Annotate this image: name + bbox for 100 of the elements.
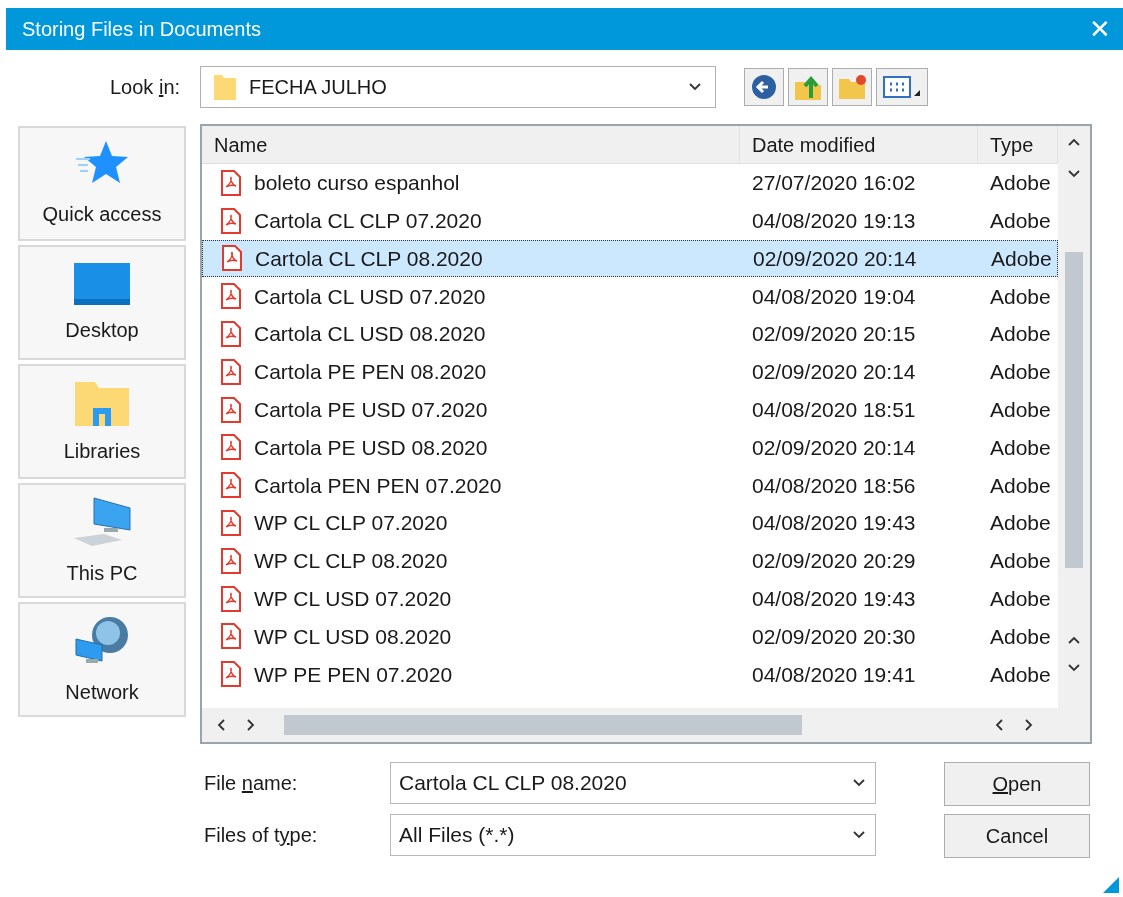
type-cell-text: Adobe bbox=[989, 207, 1051, 234]
combo-value: Cartola CL CLP 08.2020 bbox=[399, 770, 628, 797]
place-item[interactable]: This PC bbox=[18, 483, 186, 598]
pdf-file-icon bbox=[220, 585, 242, 612]
type-cell-text: Adobe bbox=[989, 396, 1051, 423]
pdf-file-icon bbox=[220, 207, 242, 234]
resize-grip-icon[interactable] bbox=[1103, 877, 1119, 893]
pdf-file-icon bbox=[220, 547, 242, 574]
place-item[interactable]: Quick access bbox=[18, 126, 186, 241]
dropdown-value: FECHA JULHO bbox=[249, 75, 388, 100]
pdf-file-icon bbox=[220, 661, 242, 688]
date-cell-text: 02/09/2020 20:14 bbox=[752, 245, 918, 272]
file-name: WP CL CLP 08.2020 bbox=[254, 548, 448, 575]
date-cell-text: 02/09/2020 20:14 bbox=[751, 359, 917, 386]
place-label: Libraries bbox=[63, 438, 141, 464]
pdf-file-icon bbox=[221, 245, 243, 272]
file-row[interactable]: WP CL CLP 08.2020 02/09/2020 20:29 Adobe bbox=[202, 541, 1058, 580]
file-name: Cartola PE USD 07.2020 bbox=[254, 396, 488, 423]
folder-icon bbox=[213, 73, 237, 101]
type-cell-text: Adobe bbox=[989, 170, 1051, 197]
date-cell-text: 04/08/2020 19:13 bbox=[751, 207, 917, 234]
file-name: WP PE PEN 07.2020 bbox=[254, 661, 453, 688]
file-name: WP CL USD 08.2020 bbox=[254, 623, 452, 650]
place-label: Quick access bbox=[42, 201, 162, 227]
file-row[interactable]: Cartola CL CLP 08.2020 02/09/2020 20:14 Adobe bbox=[202, 239, 1058, 278]
file-name: boleto curso espanhol bbox=[254, 170, 460, 197]
place-label: Network bbox=[65, 679, 139, 705]
look-in-dropdown[interactable]: FECHA JULHO bbox=[200, 66, 716, 108]
view-menu-button[interactable] bbox=[876, 68, 928, 106]
date-cell-text: 27/07/2020 16:02 bbox=[751, 170, 917, 197]
file-row[interactable]: WP CL CLP 07.2020 04/08/2020 19:43 Adobe bbox=[202, 504, 1058, 542]
file-name: WP CL USD 07.2020 bbox=[254, 585, 452, 612]
field-label: File name: bbox=[204, 771, 299, 796]
file-row[interactable]: WP CL USD 07.2020 04/08/2020 19:43 Adobe bbox=[202, 579, 1058, 618]
date-cell-text: 04/08/2020 19:04 bbox=[751, 283, 917, 310]
pdf-file-icon bbox=[220, 358, 242, 385]
combo-box[interactable]: Cartola CL CLP 08.2020 bbox=[390, 762, 876, 804]
horizontal-scrollbar[interactable] bbox=[202, 708, 1090, 742]
type-cell-text: Adobe bbox=[989, 661, 1051, 688]
date-cell-text: 04/08/2020 19:43 bbox=[751, 510, 917, 537]
type-cell-text: Adobe bbox=[989, 472, 1051, 499]
date-cell-text: 04/08/2020 19:41 bbox=[751, 661, 917, 688]
date-cell-text: 02/09/2020 20:30 bbox=[751, 623, 917, 650]
type-cell-text: Adobe bbox=[989, 321, 1051, 348]
type-cell-text: Adobe bbox=[989, 585, 1051, 612]
date-cell-text: 02/09/2020 20:14 bbox=[751, 434, 917, 461]
file-row[interactable]: Cartola PE PEN 08.2020 02/09/2020 20:14 Adobe bbox=[202, 353, 1058, 391]
back-button[interactable] bbox=[744, 68, 784, 106]
pdf-file-icon bbox=[220, 472, 242, 499]
file-name: Cartola CL CLP 07.2020 bbox=[254, 207, 482, 234]
place-label: This PC bbox=[66, 560, 138, 586]
dialog-button[interactable]: Cancel bbox=[944, 814, 1090, 858]
scroll-thumb[interactable] bbox=[284, 715, 802, 735]
pdf-file-icon bbox=[220, 169, 242, 196]
new-folder-button[interactable] bbox=[832, 68, 872, 106]
column-header[interactable]: Date modified bbox=[740, 126, 978, 163]
pdf-file-icon bbox=[220, 321, 242, 348]
file-row[interactable]: boleto curso espanhol 27/07/2020 16:02 Adobe bbox=[202, 164, 1058, 202]
combo-value: All Files (*.*) bbox=[399, 822, 516, 849]
file-row[interactable]: Cartola CL USD 08.2020 02/09/2020 20:15 Adobe bbox=[202, 315, 1058, 353]
date-cell-text: 04/08/2020 18:56 bbox=[751, 472, 917, 499]
combo-box[interactable]: All Files (*.*) bbox=[390, 814, 876, 856]
pdf-file-icon bbox=[220, 283, 242, 310]
monitor-icon bbox=[72, 260, 132, 307]
type-cell-text: Adobe bbox=[990, 245, 1052, 272]
file-row[interactable]: Cartola CL USD 07.2020 04/08/2020 19:04 Adobe bbox=[202, 277, 1058, 316]
up-folder-button[interactable] bbox=[788, 68, 828, 106]
pdf-file-icon bbox=[220, 510, 242, 537]
file-name: Cartola PE PEN 08.2020 bbox=[254, 359, 487, 386]
type-cell-text: Adobe bbox=[989, 434, 1051, 461]
date-cell-text: 04/08/2020 19:43 bbox=[751, 585, 917, 612]
file-name: Cartola PEN PEN 07.2020 bbox=[254, 472, 502, 499]
pdf-file-icon bbox=[220, 396, 242, 423]
file-row[interactable]: WP CL USD 08.2020 02/09/2020 20:30 Adobe bbox=[202, 617, 1058, 656]
dialog-button[interactable]: Open bbox=[944, 762, 1090, 806]
file-row[interactable]: WP PE PEN 07.2020 04/08/2020 19:41 Adobe bbox=[202, 655, 1058, 694]
type-cell-text: Adobe bbox=[989, 510, 1051, 537]
new-folder-icon bbox=[837, 73, 867, 101]
file-name: Cartola PE USD 08.2020 bbox=[254, 434, 488, 461]
date-cell-text: 02/09/2020 20:29 bbox=[751, 548, 917, 575]
place-item[interactable]: Libraries bbox=[18, 364, 186, 479]
type-cell-text: Adobe bbox=[989, 623, 1051, 650]
pdf-file-icon bbox=[220, 434, 242, 461]
file-row[interactable]: Cartola PE USD 07.2020 04/08/2020 18:51 Adobe bbox=[202, 390, 1058, 429]
place-item[interactable]: Network bbox=[18, 602, 186, 717]
scroll-thumb[interactable] bbox=[1065, 252, 1083, 568]
place-item[interactable]: Desktop bbox=[18, 245, 186, 360]
field-label: Files of type: bbox=[204, 823, 319, 848]
type-cell-text: Adobe bbox=[989, 283, 1051, 310]
grid-view-icon bbox=[882, 74, 922, 100]
type-cell-text: Adobe bbox=[989, 359, 1051, 386]
place-label: Desktop bbox=[65, 317, 139, 343]
column-header[interactable]: Name bbox=[202, 126, 740, 163]
file-row[interactable]: Cartola PE USD 08.2020 02/09/2020 20:14 Adobe bbox=[202, 428, 1058, 467]
vertical-scrollbar[interactable] bbox=[1058, 126, 1090, 708]
file-name: Cartola CL CLP 08.2020 bbox=[255, 245, 483, 272]
file-name: Cartola CL USD 07.2020 bbox=[254, 283, 486, 310]
file-row[interactable]: Cartola CL CLP 07.2020 04/08/2020 19:13 Adobe bbox=[202, 201, 1058, 240]
file-name: Cartola CL USD 08.2020 bbox=[254, 321, 486, 348]
file-row[interactable]: Cartola PEN PEN 07.2020 04/08/2020 18:56 Adobe bbox=[202, 466, 1058, 505]
